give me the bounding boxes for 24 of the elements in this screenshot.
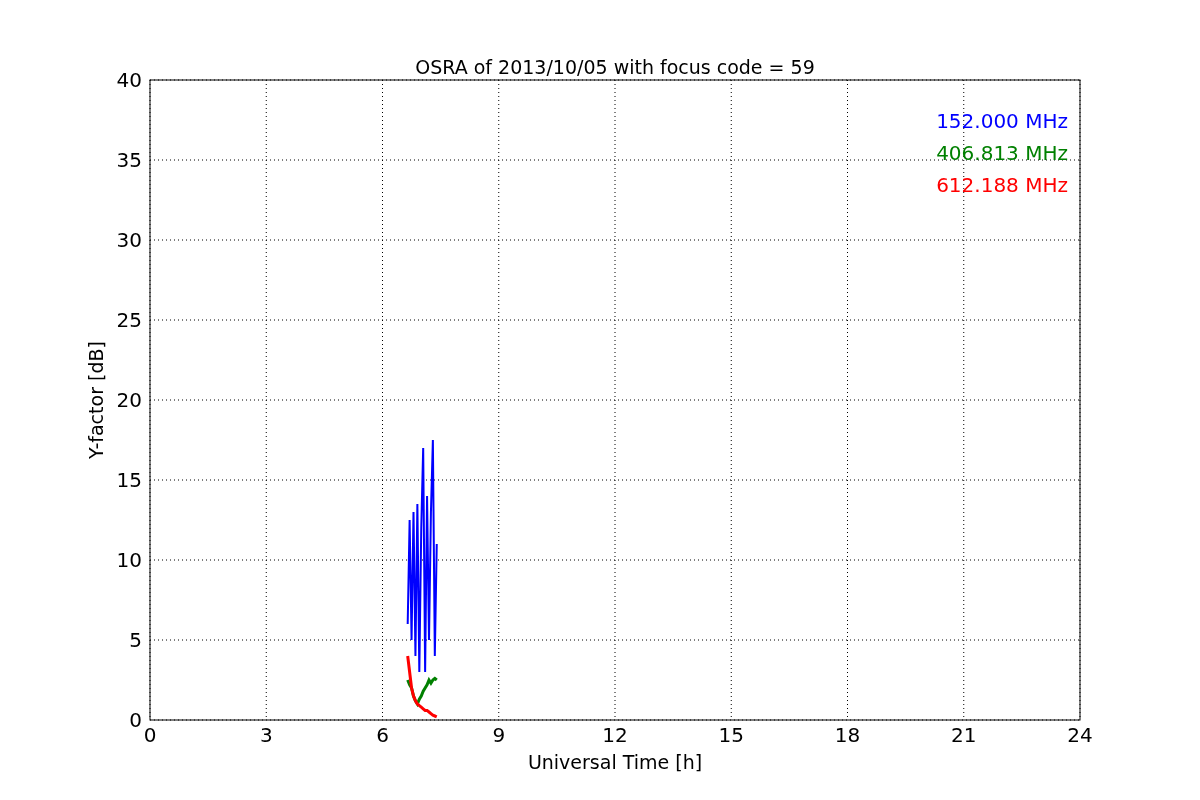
tick-label: 3 (259, 723, 273, 747)
tick-label: 15 (116, 468, 142, 492)
legend-entry: 406.813 MHz (936, 141, 1068, 165)
tick-label: 5 (129, 628, 142, 652)
tick-label: 0 (143, 723, 157, 747)
tick-label: 18 (834, 723, 861, 747)
chart-title: OSRA of 2013/10/05 with focus code = 59 (415, 56, 815, 78)
legend-entry: 152.000 MHz (936, 109, 1068, 133)
tick-label: 9 (492, 723, 506, 747)
axis-label: Y-factor [dB] (85, 341, 107, 459)
tick-label: 25 (116, 308, 142, 332)
tick-label: 6 (376, 723, 389, 747)
tick-label: 20 (116, 388, 142, 412)
axis-label: Universal Time [h] (527, 751, 703, 773)
tick-label: 0 (129, 708, 142, 732)
tick-label: 40 (116, 68, 142, 92)
tick-label: 10 (116, 548, 142, 572)
tick-label: 12 (602, 723, 628, 747)
tick-label: 21 (951, 723, 977, 747)
tick-label: 15 (718, 723, 744, 747)
tick-label: 24 (1067, 723, 1093, 747)
tick-label: 35 (116, 148, 142, 172)
legend-entry: 612.188 MHz (936, 173, 1068, 197)
tick-label: 30 (116, 228, 142, 252)
